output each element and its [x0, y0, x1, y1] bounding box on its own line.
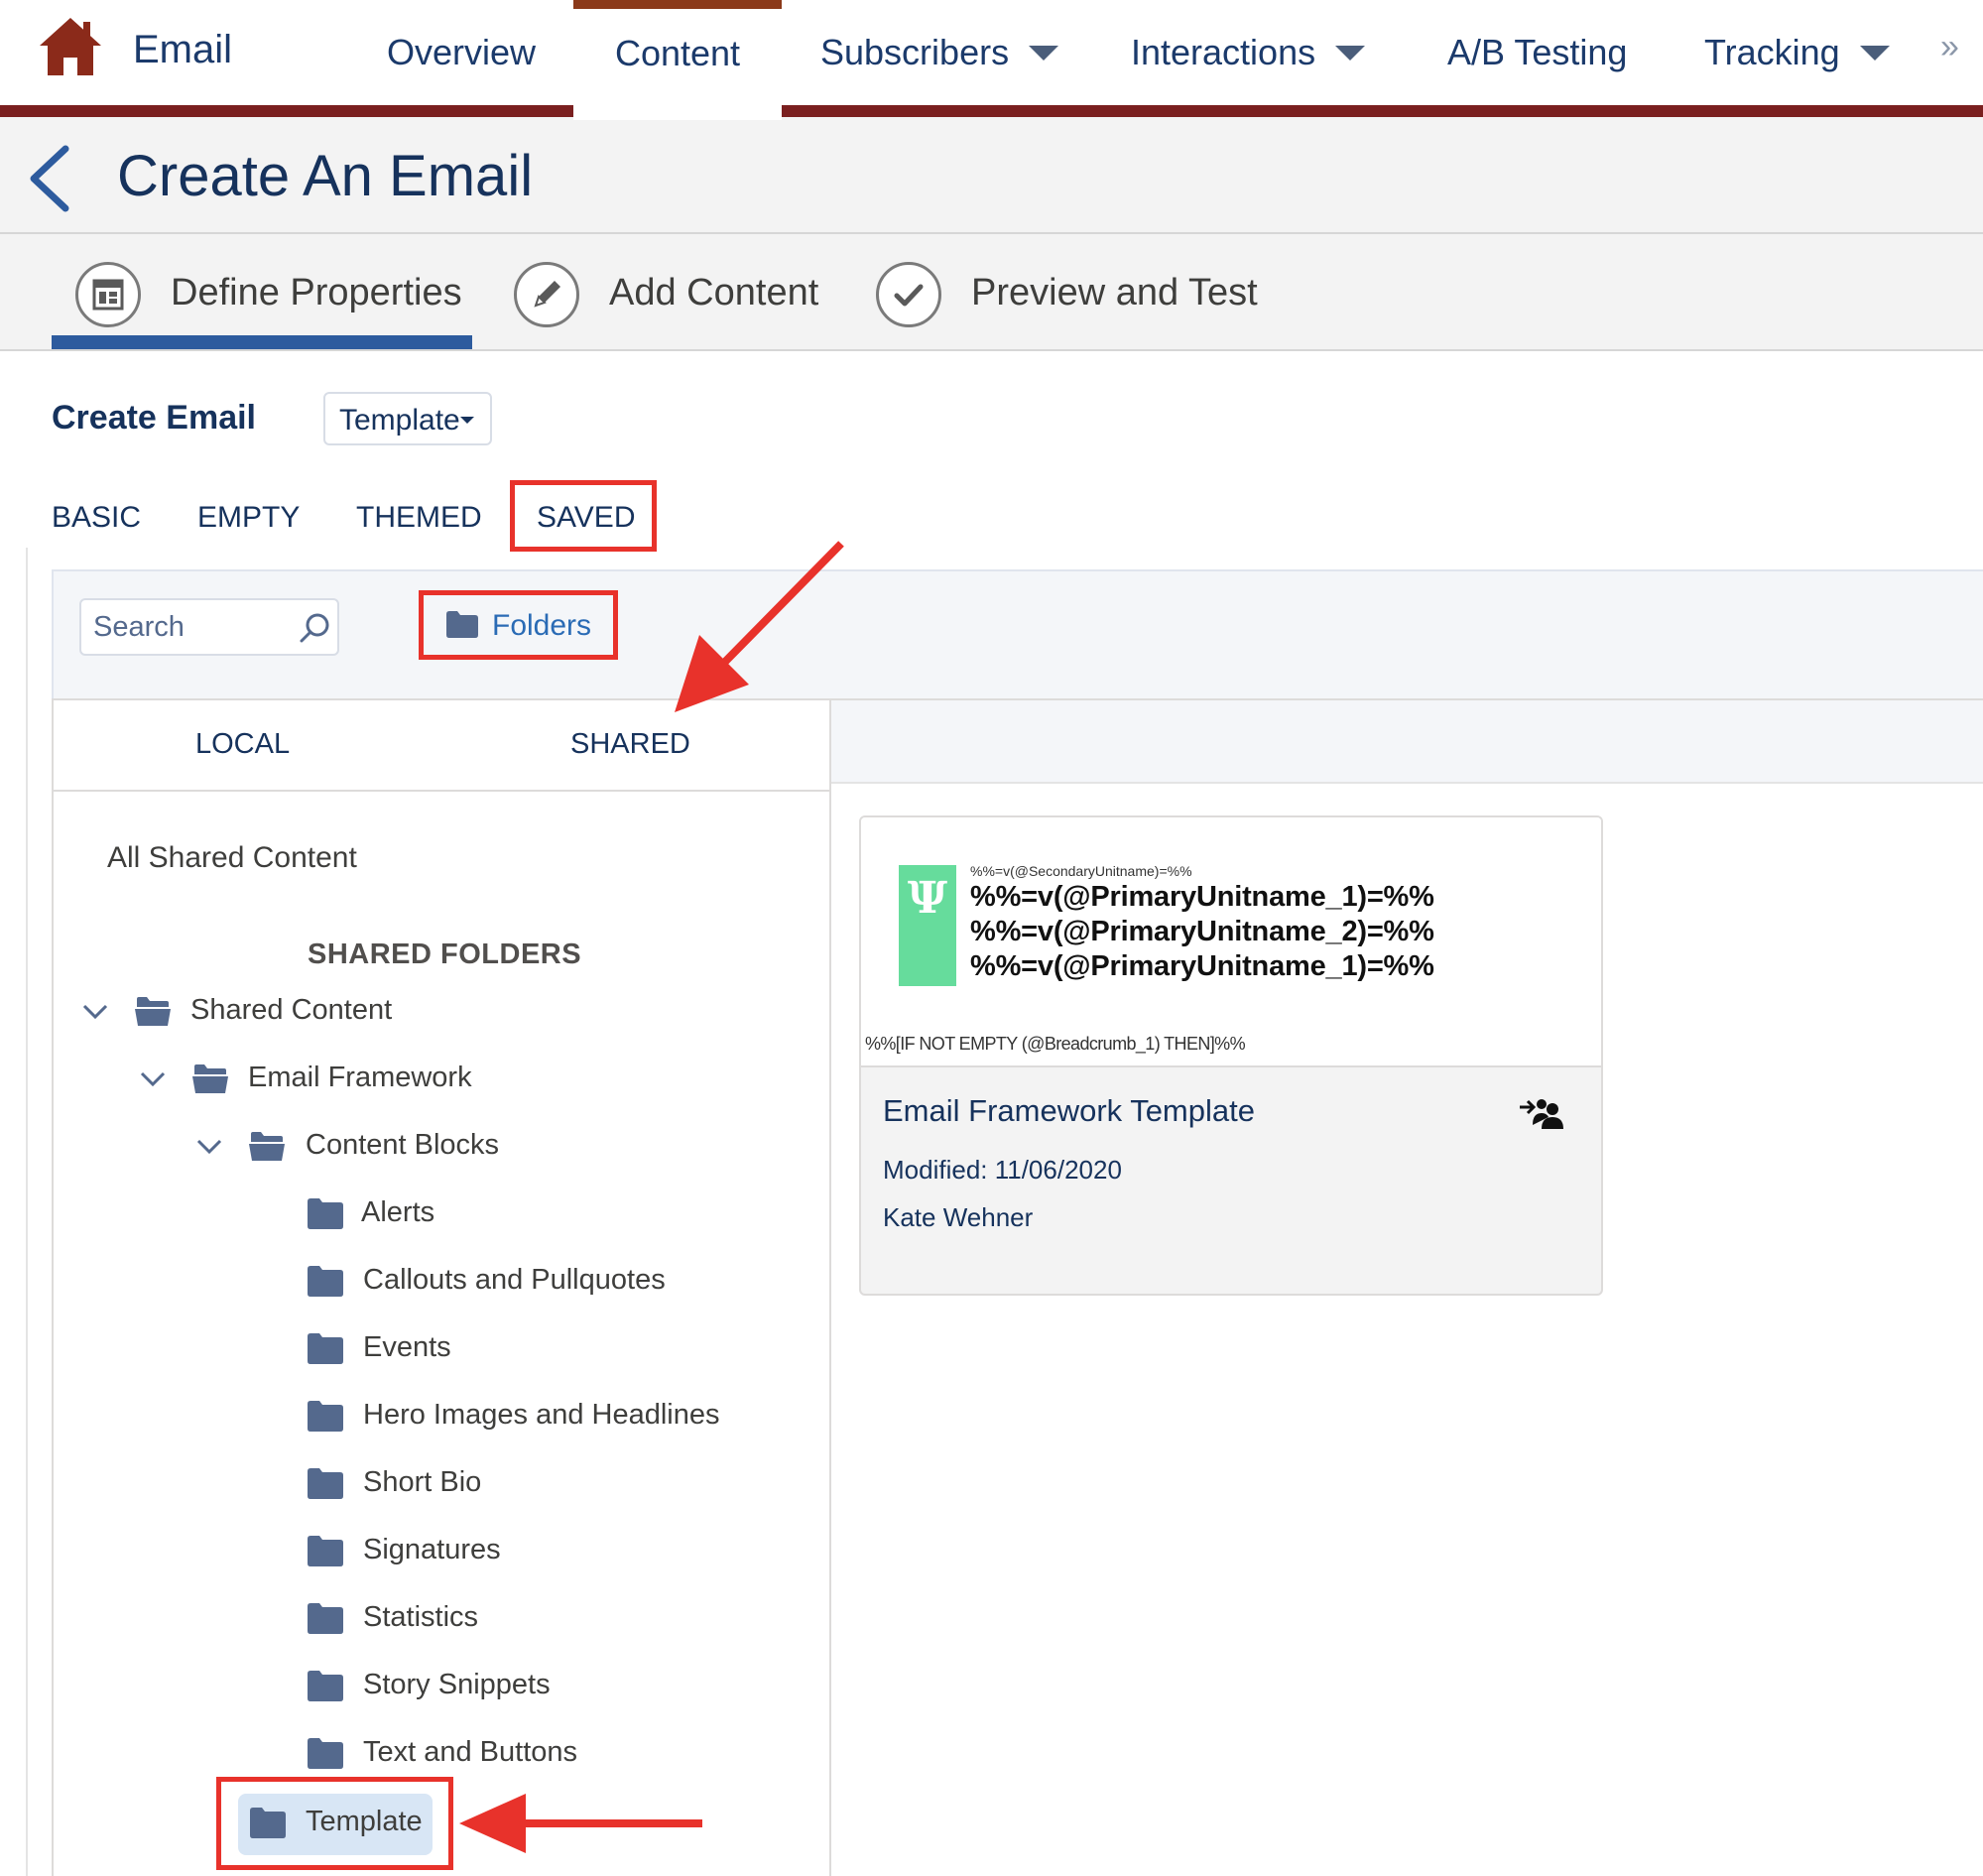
shared-folders-heading: SHARED FOLDERS: [308, 938, 582, 970]
folder-tree-item[interactable]: Content Blocks: [0, 1127, 774, 1171]
folder-tree-label: Short Bio: [363, 1466, 482, 1498]
folder-open-icon: [249, 1132, 285, 1161]
back-arrow-icon[interactable]: [26, 143, 75, 214]
folder-tree-item[interactable]: Short Bio: [0, 1464, 774, 1508]
folder-icon: [308, 1266, 343, 1297]
step-label: Define Properties: [171, 272, 462, 313]
folder-icon: [308, 1671, 343, 1701]
home-icon[interactable]: [38, 16, 103, 77]
page-title: Create An Email: [117, 144, 534, 208]
nav-ab-testing[interactable]: A/B Testing: [1447, 32, 1627, 73]
folder-tree-label: Text and Buttons: [363, 1736, 578, 1768]
folder-tree-item[interactable]: Statistics: [0, 1599, 774, 1643]
preview-primary-line: %%=v(@PrimaryUnitname_1)=%%: [970, 881, 1434, 913]
caret-down-icon: [460, 417, 474, 424]
template-dropdown-value: Template: [339, 404, 460, 437]
folder-tree-label: Alerts: [361, 1196, 435, 1228]
tab-local[interactable]: LOCAL: [195, 728, 290, 761]
template-thumbnail[interactable]: Ψ %%=v(@SecondaryUnitname)=%% %%=v(@Prim…: [861, 817, 1601, 1067]
folder-tree-item[interactable]: Alerts: [0, 1194, 774, 1238]
folder-tree-item[interactable]: Signatures: [0, 1532, 774, 1575]
card-author: Kate Wehner: [883, 1202, 1034, 1232]
step-label: Add Content: [609, 272, 819, 313]
folder-icon: [308, 1738, 343, 1769]
highlight-template-folder: [216, 1777, 453, 1870]
folder-tree-label: Hero Images and Headlines: [363, 1399, 720, 1431]
template-dropdown[interactable]: Template: [323, 392, 492, 445]
more-nav-icon[interactable]: »: [1940, 28, 1959, 66]
pencil-icon: [514, 262, 579, 327]
folder-tree-label: Email Framework: [248, 1062, 472, 1093]
chevron-down-icon: [1335, 45, 1366, 61]
search-field[interactable]: [79, 598, 339, 656]
folder-tree-item[interactable]: Email Framework: [0, 1060, 774, 1103]
nav-tracking[interactable]: Tracking: [1704, 32, 1890, 73]
nav-overview[interactable]: Overview: [387, 32, 536, 73]
folder-tree-item[interactable]: Story Snippets: [0, 1667, 774, 1710]
chevron-down-icon[interactable]: [139, 1069, 167, 1089]
folder-icon: [308, 1468, 343, 1499]
folder-tree-item[interactable]: Shared Content: [0, 992, 774, 1036]
chevron-down-icon: [1859, 45, 1890, 61]
folder-tree-label: Callouts and Pullquotes: [363, 1264, 666, 1296]
wizard-steps: Define Properties Add Content Preview an…: [0, 234, 1983, 351]
search-input[interactable]: [93, 610, 282, 644]
folder-tree-label: Content Blocks: [306, 1129, 500, 1161]
folder-tree-label: Events: [363, 1331, 451, 1363]
chevron-down-icon[interactable]: [195, 1137, 223, 1157]
checkmark-icon: [876, 262, 941, 327]
highlight-saved-tab: [510, 480, 657, 552]
folder-icon: [308, 1401, 343, 1432]
nav-content[interactable]: Content: [573, 0, 782, 120]
nav-interactions[interactable]: Interactions: [1131, 32, 1366, 73]
chevron-down-icon: [1029, 45, 1059, 61]
preview-primary-line: %%=v(@PrimaryUnitname_1)=%%: [970, 950, 1434, 982]
properties-icon: [75, 262, 141, 327]
folder-open-icon: [135, 997, 171, 1026]
email-template-card[interactable]: Ψ %%=v(@SecondaryUnitname)=%% %%=v(@Prim…: [859, 815, 1603, 1296]
top-navigation: Email Overview Subscribers Interactions …: [0, 0, 1983, 117]
card-title[interactable]: Email Framework Template: [883, 1093, 1255, 1129]
tab-themed[interactable]: THEMED: [356, 501, 482, 535]
active-step-indicator: [52, 335, 472, 349]
tab-basic[interactable]: BASIC: [52, 501, 141, 535]
brand-bar: [0, 105, 1983, 117]
folder-tree-item[interactable]: Text and Buttons: [0, 1734, 774, 1778]
folder-tree-label: Story Snippets: [363, 1669, 551, 1700]
folder-tree-label: Signatures: [363, 1534, 501, 1565]
preview-condition-line: %%[IF NOT EMPTY (@Breadcrumb_1) THEN]%%: [865, 1034, 1246, 1054]
results-header: [831, 698, 1983, 784]
folder-icon: [308, 1198, 343, 1229]
folder-tree-label: Shared Content: [190, 994, 393, 1026]
chevron-down-icon[interactable]: [81, 1002, 109, 1022]
tab-shared[interactable]: SHARED: [570, 728, 690, 761]
iu-logo: Ψ: [899, 865, 956, 986]
folder-icon: [308, 1603, 343, 1634]
search-icon[interactable]: [298, 611, 331, 645]
folder-tree-item[interactable]: Events: [0, 1329, 774, 1373]
folder-tree-item[interactable]: Hero Images and Headlines: [0, 1397, 774, 1440]
folder-icon: [308, 1536, 343, 1566]
shared-user-icon: [1520, 1099, 1563, 1129]
tab-empty[interactable]: EMPTY: [197, 501, 300, 535]
create-email-label: Create Email: [52, 399, 256, 437]
page-header: Create An Email: [0, 117, 1983, 234]
folder-open-icon: [192, 1064, 228, 1093]
highlight-folders-button: [419, 590, 618, 660]
folder-tree-item[interactable]: Callouts and Pullquotes: [0, 1262, 774, 1306]
card-modified-date: Modified: 11/06/2020: [883, 1155, 1122, 1185]
scope-tabs: LOCAL SHARED: [52, 698, 831, 792]
nav-subscribers[interactable]: Subscribers: [820, 32, 1059, 73]
preview-primary-line: %%=v(@PrimaryUnitname_2)=%%: [970, 916, 1434, 947]
app-name[interactable]: Email: [133, 28, 232, 72]
preview-secondary-line: %%=v(@SecondaryUnitname)=%%: [970, 863, 1192, 879]
content-toolbar: [52, 569, 1983, 698]
step-label: Preview and Test: [971, 272, 1258, 313]
folder-icon: [308, 1333, 343, 1364]
folder-tree-label: Statistics: [363, 1601, 479, 1633]
all-shared-content-link[interactable]: All Shared Content: [107, 841, 357, 875]
